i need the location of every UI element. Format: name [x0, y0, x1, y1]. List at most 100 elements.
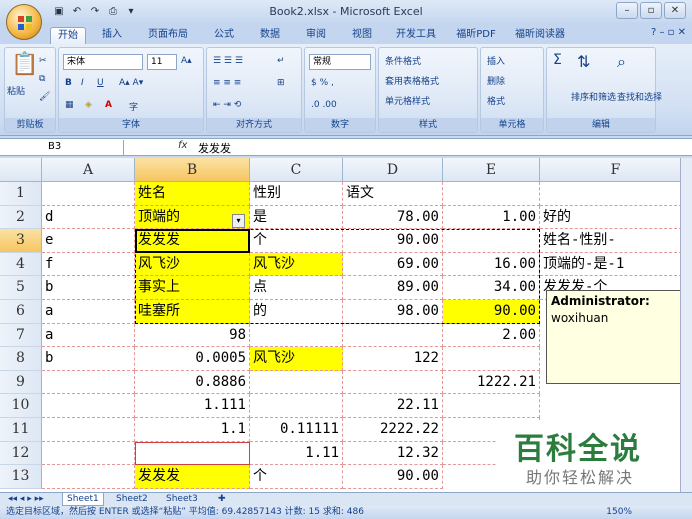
row-header-11[interactable]: 11	[0, 418, 42, 442]
close-button[interactable]: ✕	[664, 2, 686, 19]
help-icon[interactable]: ? – ▫ ✕	[651, 27, 686, 38]
cell-d7[interactable]	[343, 323, 443, 348]
tab-home[interactable]: 开始	[50, 27, 86, 44]
cell-d2[interactable]: 78.00	[343, 205, 443, 230]
format-painter-icon[interactable]: 🖌	[39, 92, 50, 102]
cell-c12[interactable]: 1.11	[250, 441, 343, 466]
cell-c1[interactable]: 性别	[250, 182, 343, 206]
office-button[interactable]	[6, 4, 42, 40]
cut-icon[interactable]: ✂	[39, 56, 47, 66]
cell-d10[interactable]: 22.11	[343, 394, 443, 418]
find-select-button[interactable]: 查找和选择	[617, 90, 662, 103]
align-top-icon[interactable]: ☰ ☰ ☰	[213, 56, 243, 66]
minimize-button[interactable]: –	[616, 2, 638, 19]
row-header-9[interactable]: 9	[0, 370, 42, 395]
border-icon[interactable]: ▦	[65, 100, 74, 110]
format-button[interactable]: 格式	[487, 94, 505, 107]
bold-button[interactable]: B	[65, 78, 72, 88]
column-header-f[interactable]: F	[540, 158, 692, 182]
sheet-tab-3[interactable]: Sheet3	[162, 493, 202, 506]
row-header-13[interactable]: 13	[0, 465, 42, 489]
font-size-up-icon[interactable]: A▴ A▾	[119, 78, 143, 88]
zoom-level[interactable]: 150%	[606, 506, 632, 519]
cell-a10[interactable]	[42, 394, 135, 418]
currency-icon[interactable]: $ % ,	[311, 78, 334, 88]
cell-a2[interactable]: d	[42, 205, 135, 230]
cell-d12[interactable]: 12.32	[343, 441, 443, 466]
cell-b10[interactable]: 1.111	[135, 394, 250, 418]
function-icon[interactable]: fx	[178, 140, 187, 151]
paste-icon[interactable]: 📋	[11, 52, 38, 77]
cell-e9[interactable]: 1222.21	[443, 370, 540, 395]
cell-e1[interactable]	[443, 182, 540, 206]
conditional-format-button[interactable]: 条件格式	[385, 54, 421, 67]
name-box[interactable]: B3	[4, 140, 124, 155]
cell-b13[interactable]: 发发发	[135, 465, 250, 489]
cell-f2[interactable]: 好的	[540, 205, 692, 230]
cell-b1[interactable]: 姓名	[135, 182, 250, 206]
select-all-corner[interactable]	[0, 158, 42, 182]
tab-developer[interactable]: 开发工具	[390, 27, 442, 44]
cell-b12[interactable]	[135, 441, 250, 466]
cell-a1[interactable]	[42, 182, 135, 206]
font-size-select[interactable]: 11	[147, 54, 177, 70]
cell-f4[interactable]: 顶端的-是-1	[540, 252, 692, 277]
row-header-3[interactable]: 3	[0, 229, 42, 253]
cell-a13[interactable]	[42, 465, 135, 489]
cell-c9[interactable]	[250, 370, 343, 395]
tab-view[interactable]: 视图	[344, 27, 380, 44]
cell-f3[interactable]: 姓名-性别-	[540, 229, 692, 253]
cell-d8[interactable]: 122	[343, 347, 443, 371]
tab-page-layout[interactable]: 页面布局	[140, 27, 196, 44]
row-header-5[interactable]: 5	[0, 276, 42, 300]
indent-icon[interactable]: ⇤ ⇥ ⟲	[213, 100, 241, 110]
sheet-nav-icon[interactable]: ◂◂ ◂ ▸ ▸▸	[4, 493, 48, 506]
cell-a11[interactable]	[42, 418, 135, 442]
cell-d11[interactable]: 2222.22	[343, 418, 443, 442]
cell-a6[interactable]: a	[42, 300, 135, 324]
row-header-12[interactable]: 12	[0, 441, 42, 466]
tab-formulas[interactable]: 公式	[206, 27, 242, 44]
sort-filter-button[interactable]: 排序和筛选	[571, 90, 616, 103]
row-header-6[interactable]: 6	[0, 300, 42, 324]
cell-a9[interactable]	[42, 370, 135, 395]
column-header-b[interactable]: B	[135, 158, 250, 182]
tab-review[interactable]: 审阅	[298, 27, 334, 44]
cell-d1[interactable]: 语文	[343, 182, 443, 206]
fill-color-icon[interactable]: ◈	[85, 100, 92, 110]
cell-b9[interactable]: 0.8886	[135, 370, 250, 395]
tab-data[interactable]: 数据	[252, 27, 288, 44]
cell-a5[interactable]: b	[42, 276, 135, 300]
format-as-table-button[interactable]: 套用表格格式	[385, 74, 439, 87]
row-header-2[interactable]: 2	[0, 205, 42, 230]
cell-a3[interactable]: e	[42, 229, 135, 253]
insert-sheet-icon[interactable]: ✚	[214, 493, 230, 506]
cell-e8[interactable]	[443, 347, 540, 371]
column-header-d[interactable]: D	[343, 158, 443, 182]
decimal-icon[interactable]: .0 .00	[311, 100, 337, 110]
vertical-scrollbar[interactable]	[680, 158, 692, 492]
column-header-a[interactable]: A	[42, 158, 135, 182]
underline-button[interactable]: U	[97, 78, 104, 88]
column-header-e[interactable]: E	[443, 158, 540, 182]
insert-button[interactable]: 插入	[487, 54, 505, 67]
cell-d13[interactable]: 90.00	[343, 465, 443, 489]
font-name-select[interactable]: 宋体	[63, 54, 143, 70]
cell-c7[interactable]	[250, 323, 343, 348]
cell-b11[interactable]: 1.1	[135, 418, 250, 442]
cell-d9[interactable]	[343, 370, 443, 395]
tab-foxit-reader[interactable]: 福昕阅读器	[510, 27, 570, 44]
cell-e2[interactable]: 1.00	[443, 205, 540, 230]
delete-button[interactable]: 删除	[487, 74, 505, 87]
column-header-c[interactable]: C	[250, 158, 343, 182]
cell-e7[interactable]: 2.00	[443, 323, 540, 348]
sheet-tab-2[interactable]: Sheet2	[112, 493, 152, 506]
align-left-icon[interactable]: ≡ ≡ ≡	[213, 78, 241, 88]
cell-f1[interactable]	[540, 182, 692, 206]
row-header-1[interactable]: 1	[0, 182, 42, 206]
cell-b8[interactable]: 0.0005	[135, 347, 250, 371]
maximize-button[interactable]: ▫	[640, 2, 662, 19]
cell-comment[interactable]: Administrator: woxihuan	[546, 290, 682, 384]
tab-insert[interactable]: 插入	[94, 27, 130, 44]
phonetic-icon[interactable]: 字	[129, 100, 138, 113]
